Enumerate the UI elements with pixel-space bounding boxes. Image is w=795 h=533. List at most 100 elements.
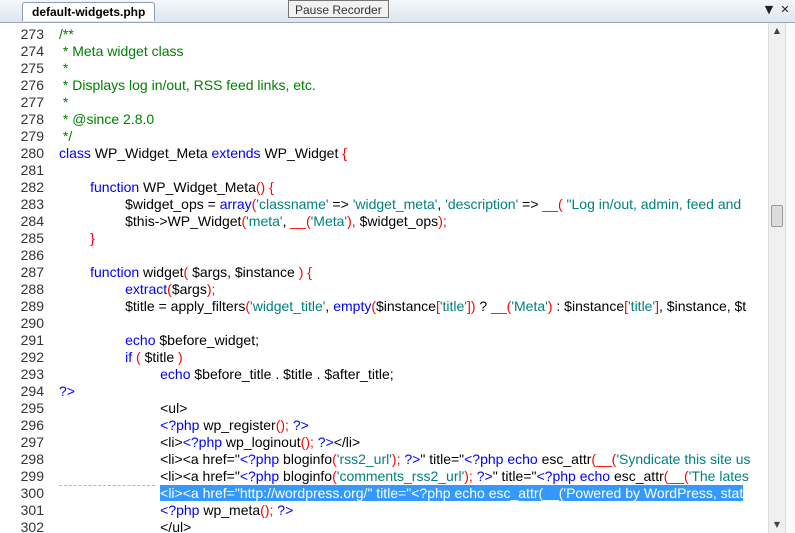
code-line[interactable]: 281 [0,162,768,179]
tooltip-text: Pause Recorder [295,3,382,17]
code-line[interactable]: 274 * Meta widget class [0,43,768,60]
scroll-thumb[interactable] [771,205,783,227]
code-token: $args [171,281,207,297]
code-text: <?php wp_meta(); ?> [59,502,293,519]
code-line[interactable]: 284 $this->WP_Widget('meta', __('Meta'),… [0,213,768,230]
scroll-up-icon[interactable]: ▲ [769,23,785,39]
code-line[interactable]: 283 $widget_ops = array('classname' => '… [0,196,768,213]
code-line[interactable]: 301 <?php wp_meta(); ?> [0,502,768,519]
line-number: 295 [20,400,44,416]
chevron-down-icon[interactable]: ▼ [762,3,776,17]
code-token: ]) [466,298,480,314]
code-token: extract [125,281,168,297]
code-line[interactable]: 300 <li><a href="http://wordpress.org/" … [0,485,768,502]
code-text: extract($args); [59,281,215,298]
code-line[interactable]: 286 [0,247,768,264]
code-line[interactable]: 287 function widget( $args, $instance ) … [0,264,768,281]
close-icon[interactable]: ✕ [778,3,792,17]
code-line[interactable]: 293 echo $before_title . $title . $after… [0,366,768,383]
code-line[interactable]: 282 function WP_Widget_Meta() { [0,179,768,196]
code-line[interactable]: 279 */ [0,128,768,145]
code-token: <li><a href=" [59,468,240,484]
code-token: extends [211,145,261,161]
scroll-down-icon[interactable]: ▼ [769,517,785,533]
code-token: class [59,145,91,161]
code-token: ( [183,264,193,280]
code-line[interactable]: 289 $title = apply_filters('widget_title… [0,298,768,315]
code-token: 'meta' [246,213,283,229]
line-number: 288 [20,281,44,297]
code-token: __( [290,213,311,229]
code-token: </ul> [59,519,192,533]
code-token: esc_attr [537,451,592,467]
code-line[interactable]: 294 ?> [0,383,768,400]
code-line[interactable]: 290 [0,315,768,332]
code-token: * [59,60,69,76]
code-line[interactable]: 292 if ( $title ) [0,349,768,366]
code-token: " title=" [492,468,537,484]
code-token: 'description' [445,196,519,212]
code-token: * Displays log in/out, RSS feed links, e… [59,77,316,93]
code-line[interactable]: 291 echo $before_widget; [0,332,768,349]
code-line[interactable]: 280 class WP_Widget_Meta extends WP_Widge… [0,145,768,162]
code-line[interactable]: 285 } [0,230,768,247]
code-token: } [90,230,95,246]
line-number: 275 [20,60,44,76]
line-number: 284 [20,213,44,229]
code-editor[interactable]: 273 /** 274 * Meta widget class 275 * 276 * … [0,23,768,533]
code-text: * [59,60,68,77]
code-token: $this->WP_Widget [59,213,242,229]
code-token: (); [260,502,278,518]
code-token: <?php [464,451,504,467]
overview-ruler [785,23,795,533]
code-line[interactable]: 278 * @since 2.8.0 [0,111,768,128]
code-line[interactable]: 296 <?php wp_register(); ?> [0,417,768,434]
code-token: $widget_ops [359,213,439,229]
code-line[interactable]: 275 * [0,60,768,77]
code-token: (); [300,434,318,450]
code-token: array [219,196,252,212]
code-token: $widget_ops = [59,196,220,212]
code-token: 'Syndicate this site us [616,451,751,467]
line-number: 296 [20,417,44,433]
vertical-scrollbar[interactable]: ▲ ▼ [768,23,785,533]
code-token: $before_widget; [155,332,260,348]
code-text: /** [59,26,74,43]
code-line[interactable]: 276 * Displays log in/out, RSS feed link… [0,77,768,94]
code-token: "Log in/out, admin, feed and [562,196,742,212]
code-token: $before_title . $title . $after_title; [190,366,394,382]
code-token: $instance [376,298,436,314]
code-line[interactable]: 288 extract($args); [0,281,768,298]
code-token: WP_Widget_Meta [90,145,212,161]
code-text: */ [59,128,72,145]
code-token: (); [275,417,293,433]
line-number: 281 [20,162,44,178]
code-line[interactable]: 297 <li><?php wp_loginout(); ?></li> [0,434,768,451]
code-text: function WP_Widget_Meta() { [59,179,274,196]
code-token: bloginfo [279,468,333,484]
line-number: 293 [20,366,44,382]
code-line[interactable]: 295 <ul> [0,400,768,417]
tab-default-widgets[interactable]: default-widgets.php [22,2,156,21]
code-text: * @since 2.8.0 [59,111,154,128]
line-number: 273 [20,26,44,42]
code-token: : $instance [556,298,625,314]
line-number: 297 [20,434,44,450]
code-line[interactable]: 277 * [0,94,768,111]
code-line[interactable]: 299 <li><a href="<?php bloginfo('comment… [0,468,768,485]
code-line[interactable]: 273 /** [0,26,768,43]
code-token: 'comments_rss2_url' [336,468,465,484]
code-line[interactable]: 298 <li><a href="<?php bloginfo('rss2_ur… [0,451,768,468]
code-text: <ul> [59,400,187,417]
code-token: empty [333,298,372,314]
code-token: ); [438,213,447,229]
code-token: echo [503,451,538,467]
code-token: widget [139,264,184,280]
code-line[interactable]: 302 </ul> [0,519,768,533]
code-token: <li><a href=" [59,451,240,467]
